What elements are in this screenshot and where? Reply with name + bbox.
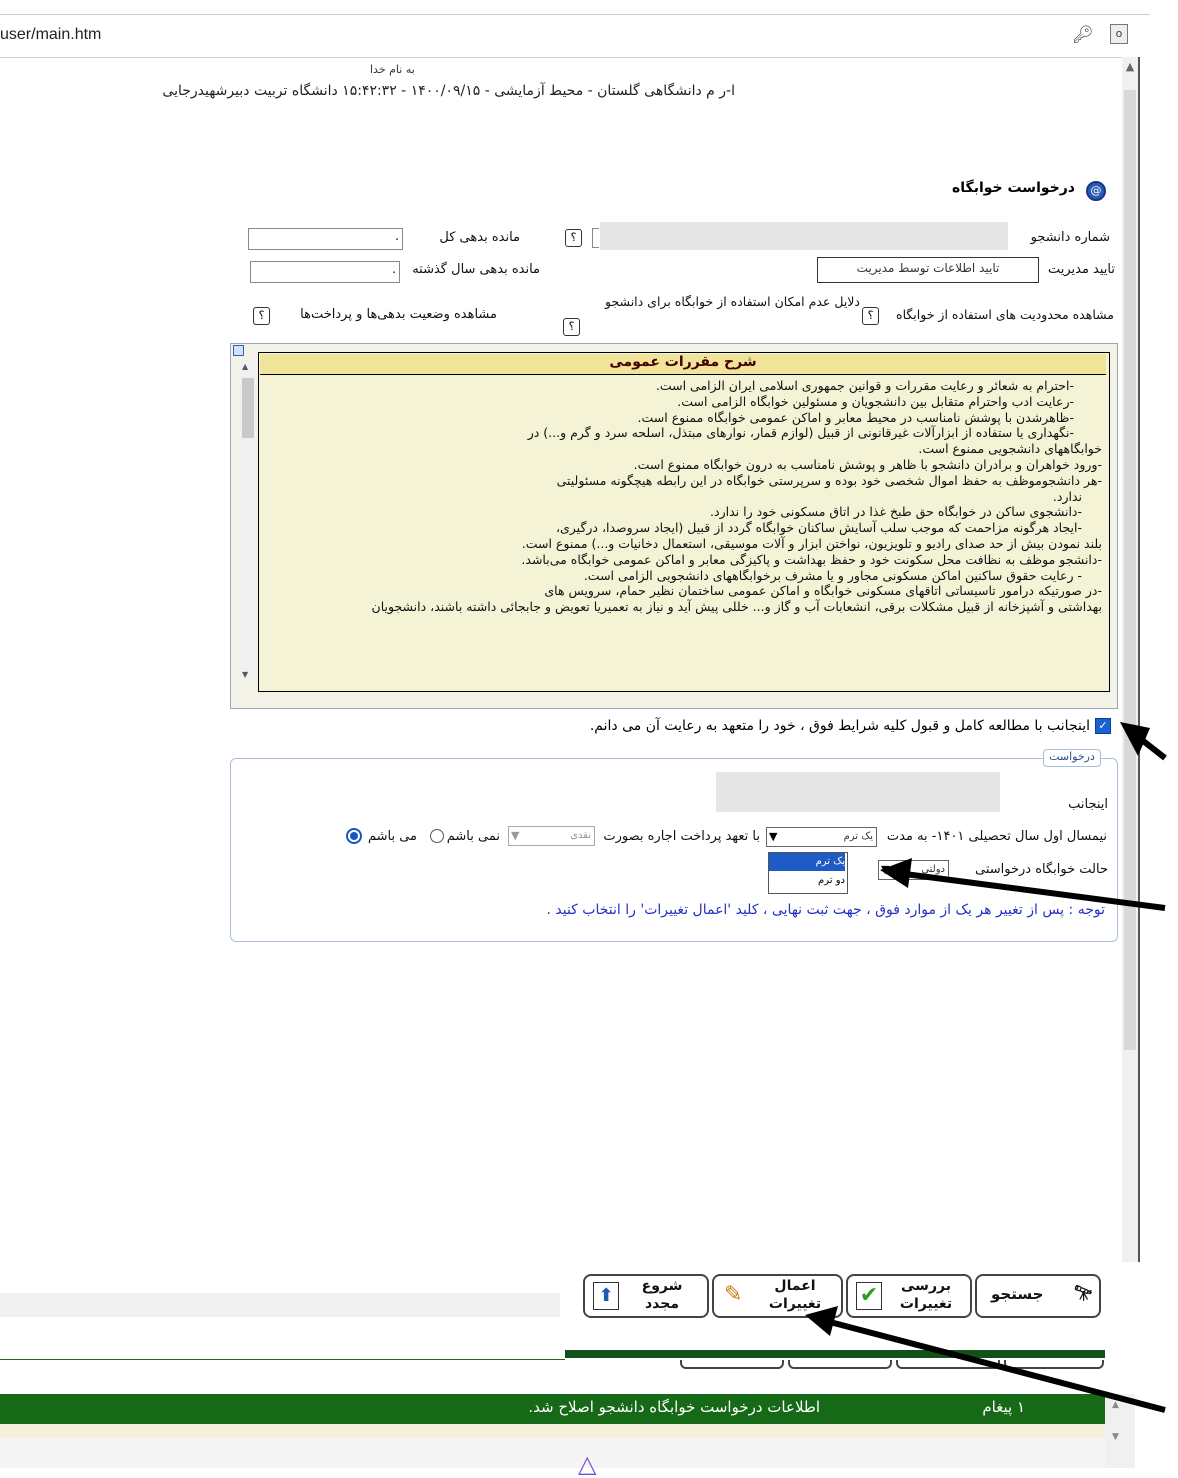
annotation-arrows: [805, 722, 1167, 1413]
annotation-arrow: [1140, 737, 1167, 761]
annotation-arrowhead: [805, 1306, 838, 1336]
annotation-arrow: [829, 1319, 1166, 1413]
annotation-arrow: [904, 871, 1166, 911]
annotation-arrowhead: [880, 858, 912, 888]
